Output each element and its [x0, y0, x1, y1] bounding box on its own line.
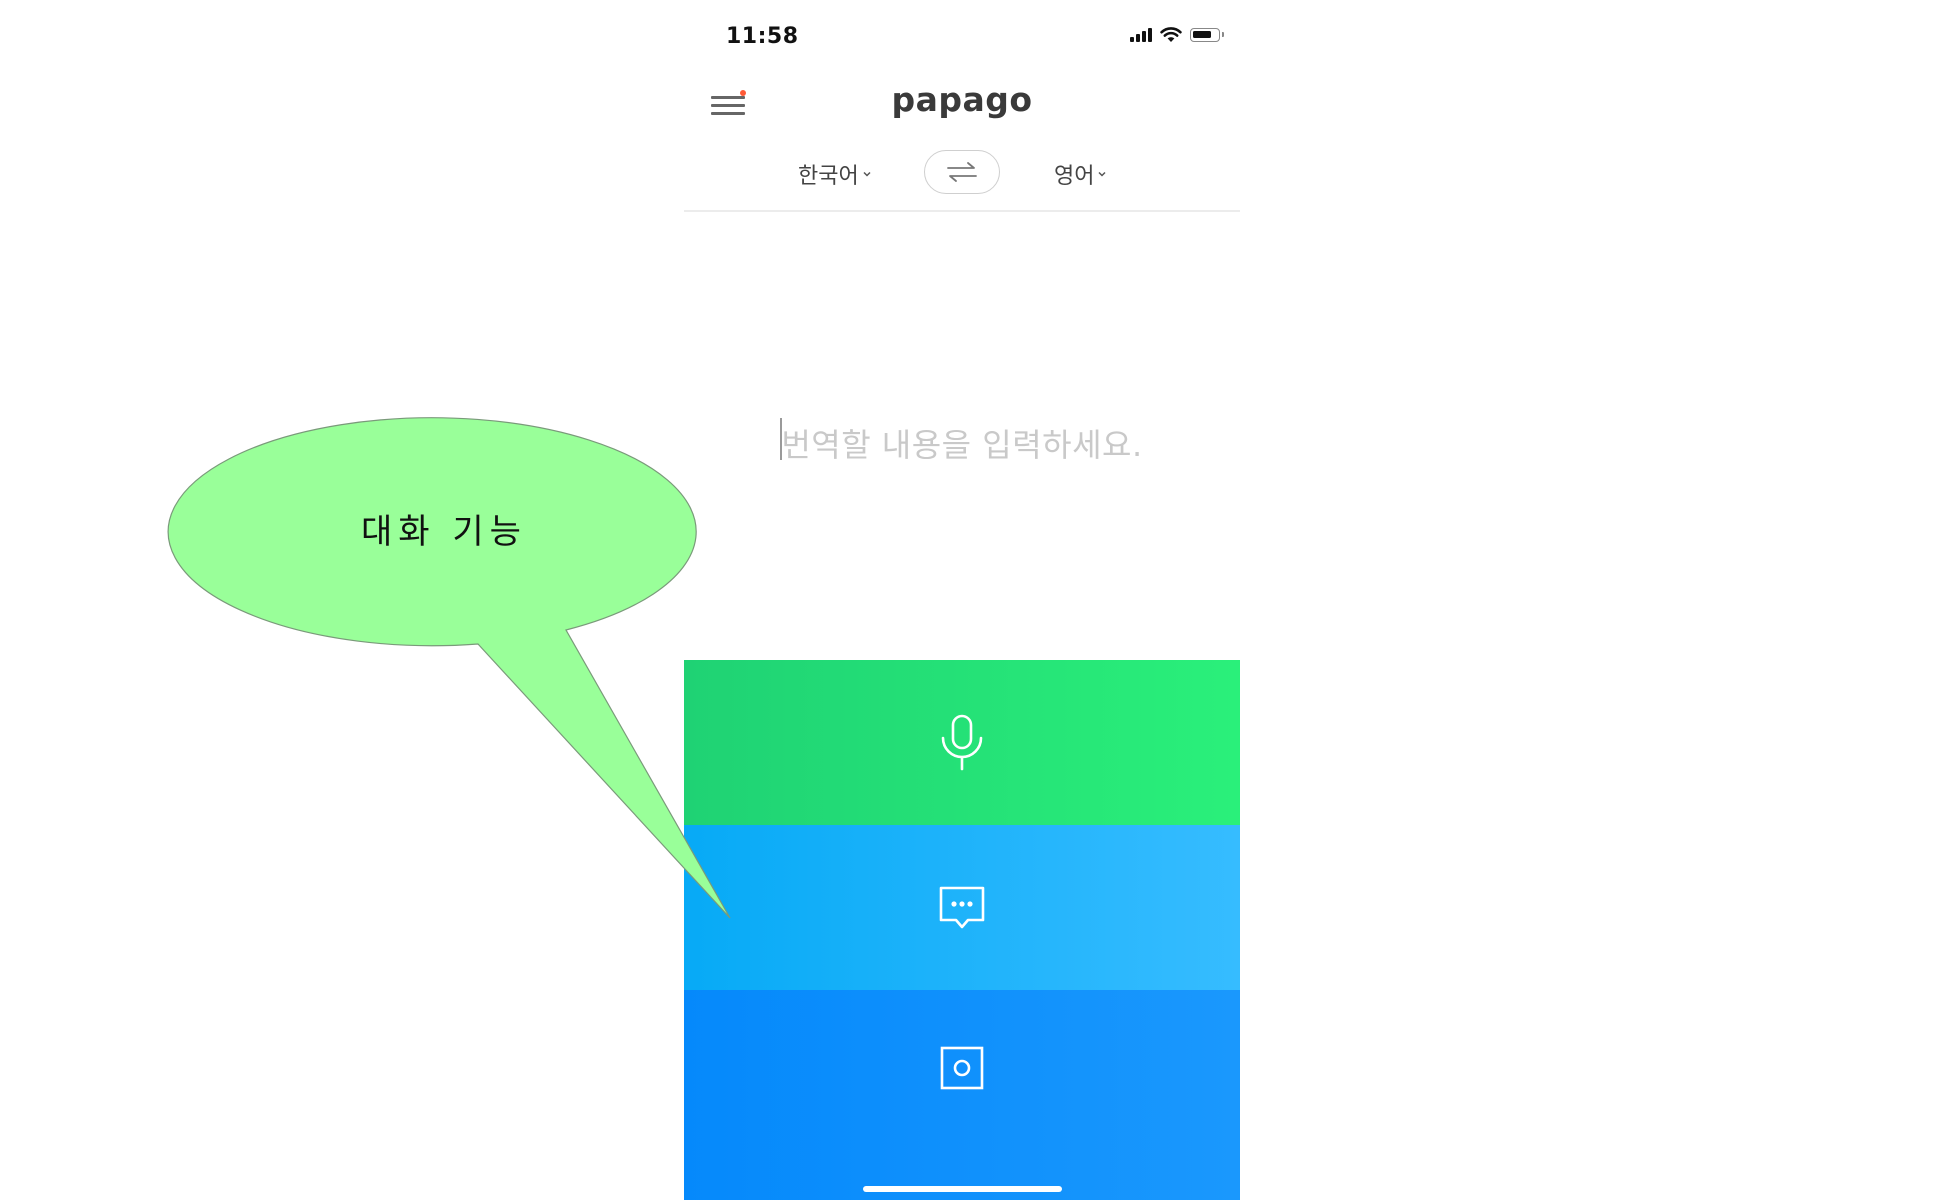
swap-languages-button[interactable]: [924, 150, 1000, 194]
voice-translation-button[interactable]: [684, 660, 1240, 825]
source-language-label: 한국어: [798, 164, 859, 189]
target-language-selector[interactable]: 영어: [1054, 158, 1107, 190]
image-translation-button[interactable]: [684, 990, 1240, 1200]
camera-icon: [940, 1046, 984, 1090]
translation-input-area[interactable]: 번역할 내용을 입력하세요.: [684, 212, 1240, 660]
chevron-down-icon: [1098, 171, 1107, 177]
conversation-button[interactable]: [684, 825, 1240, 990]
camera-icon-wrap: [937, 1043, 987, 1097]
input-placeholder: 번역할 내용을 입력하세요.: [781, 426, 1143, 464]
language-bar: 한국어 영어: [684, 148, 1240, 198]
swap-arrows-icon: [947, 162, 977, 182]
source-language-selector[interactable]: 한국어: [798, 158, 872, 190]
status-time: 11:58: [726, 24, 799, 49]
home-indicator: [863, 1186, 1062, 1192]
target-language-label: 영어: [1054, 164, 1095, 189]
chat-bubble-icon: [939, 886, 985, 928]
cellular-signal-icon: [1130, 28, 1152, 42]
microphone-icon: [941, 714, 983, 770]
app-title: papago: [891, 80, 1033, 119]
wifi-icon: [1160, 27, 1182, 42]
status-icons: [1130, 27, 1224, 43]
battery-icon: [1190, 28, 1224, 42]
phone-screen: 11:58 papago 한국어 영어 번역할 내용을 입력하세요.: [684, 0, 1240, 1200]
callout-text: 대화 기능: [361, 512, 527, 552]
chevron-down-icon: [863, 171, 871, 177]
callout-bubble: [167, 417, 731, 919]
